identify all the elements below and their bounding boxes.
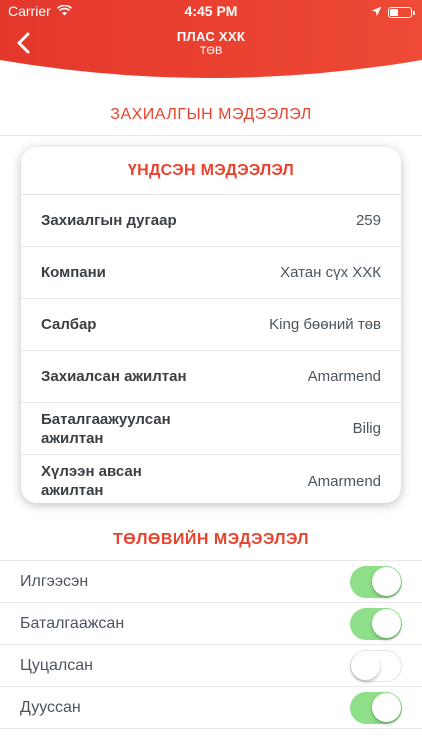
- status-section-title: ТӨЛӨВИЙН МЭДЭЭЛЭЛ: [112, 531, 310, 548]
- status-label: Баталгаажсан: [20, 614, 125, 632]
- toggle-knob: [372, 608, 401, 638]
- status-row-sent: Илгээсэн: [0, 561, 422, 603]
- status-toggle[interactable]: [350, 691, 402, 724]
- info-label: Баталгаажуулсан ажилтан: [41, 410, 171, 447]
- info-label: Захиалгын дугаар: [41, 212, 177, 229]
- info-row-company: Компани Хатан сүх ХХК: [21, 247, 401, 299]
- status-toggle[interactable]: [350, 607, 402, 640]
- nav-title: ПЛАС ХХК: [176, 29, 246, 44]
- status-row-cancelled: Цуцалсан: [0, 645, 422, 687]
- info-label: Салбар: [41, 316, 97, 333]
- toggle-knob: [372, 692, 401, 722]
- info-value: Amarmend: [307, 368, 381, 385]
- basic-info-card: ҮНДСЭН МЭДЭЭЛЭЛ Захиалгын дугаар 259 Ком…: [21, 147, 401, 503]
- info-label: Компани: [41, 264, 106, 281]
- status-right-group: [371, 4, 415, 20]
- section-divider: [0, 135, 422, 136]
- header: Carrier 4:45 PM ПЛАС ХХК ТӨВ: [0, 0, 422, 96]
- status-row-confirmed: Баталгаажсан: [0, 603, 422, 645]
- battery-icon: [388, 6, 415, 18]
- info-value: Bilig: [352, 420, 381, 437]
- status-time: 4:45 PM: [184, 3, 238, 19]
- info-value: 259: [355, 212, 381, 229]
- status-bar: Carrier 4:45 PM: [0, 0, 422, 22]
- status-toggle[interactable]: [350, 649, 402, 682]
- status-toggle[interactable]: [350, 565, 402, 598]
- info-row-received-by: Хүлээн авсан ажилтан Amarmend: [21, 455, 401, 503]
- location-arrow-icon: [371, 4, 382, 20]
- info-row-confirmed-by: Баталгаажуулсан ажилтан Bilig: [21, 403, 401, 455]
- info-label: Захиалсан ажилтан: [41, 368, 187, 385]
- info-value: Хатан сүх ХХК: [280, 264, 381, 281]
- status-row-completed: Дууссан: [0, 687, 422, 729]
- toggle-knob: [351, 650, 380, 680]
- info-value: Amarmend: [307, 472, 381, 490]
- status-label: Илгээсэн: [20, 572, 89, 590]
- info-row-branch: Салбар King бөөний төв: [21, 299, 401, 351]
- status-label: Цуцалсан: [20, 656, 93, 674]
- card-title: ҮНДСЭН МЭДЭЭЛЭЛ: [21, 147, 401, 195]
- info-value: King бөөний төв: [269, 316, 381, 333]
- order-section-title: ЗАХИАЛГЫН МЭДЭЭЛЭЛ: [110, 106, 312, 123]
- nav-subtitle: ТӨВ: [199, 45, 223, 57]
- info-row-ordered-by: Захиалсан ажилтан Amarmend: [21, 351, 401, 403]
- info-label: Хүлээн авсан ажилтан: [41, 463, 142, 499]
- status-label: Дууссан: [20, 698, 81, 716]
- toggle-knob: [372, 566, 401, 596]
- info-row-order-number: Захиалгын дугаар 259: [21, 195, 401, 247]
